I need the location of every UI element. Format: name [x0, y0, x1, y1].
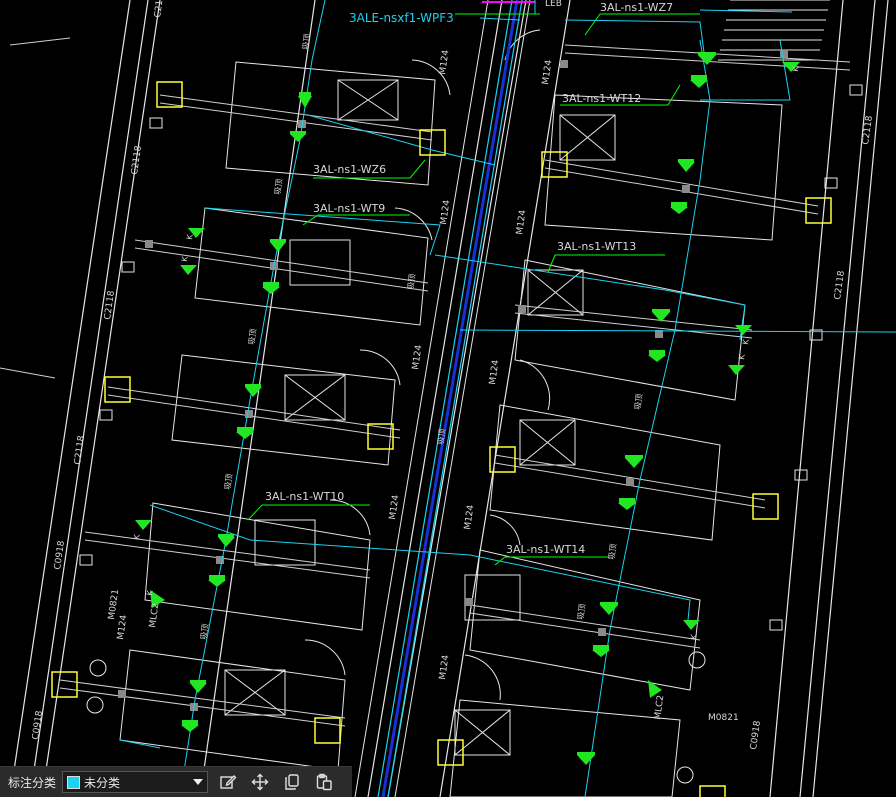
- circuit-label-wt10[interactable]: 3AL-ns1-WT10: [265, 490, 344, 503]
- partial-tag: LEB: [545, 0, 562, 9]
- move-button[interactable]: [248, 771, 272, 793]
- circuit-label-wz7[interactable]: 3AL-ns1-WZ7: [600, 1, 673, 14]
- move-icon: [251, 773, 269, 791]
- chevron-down-icon[interactable]: [193, 779, 204, 785]
- category-color-swatch: [67, 775, 81, 789]
- circuit-label-wz6[interactable]: 3AL-ns1-WZ6: [313, 163, 386, 176]
- copy-icon: [285, 774, 299, 790]
- circuit-label-wt12[interactable]: 3AL-ns1-WT12: [562, 92, 641, 105]
- edit-button[interactable]: [216, 771, 240, 793]
- circuit-label-wt9[interactable]: 3AL-ns1-WT9: [313, 202, 385, 215]
- paste-icon: [316, 773, 332, 791]
- annotation-toolbar: 标注分类 未分类: [0, 766, 352, 797]
- category-label: 标注分类: [8, 775, 57, 790]
- category-select-value: 未分类: [84, 775, 121, 790]
- copy-button[interactable]: [280, 771, 304, 793]
- circuit-label-wt14[interactable]: 3AL-ns1-WT14: [506, 543, 585, 556]
- circuit-label-wt13[interactable]: 3AL-ns1-WT13: [557, 240, 636, 253]
- edit-icon: [220, 775, 237, 789]
- paste-button[interactable]: [312, 771, 336, 793]
- category-select[interactable]: 未分类: [62, 771, 209, 793]
- cad-drawing-canvas[interactable]: 3ALE-nsxf1-WPF3 LEB 3AL-ns1-WZ7 3AL-ns1-…: [0, 0, 896, 797]
- top-wire-label[interactable]: 3ALE-nsxf1-WPF3: [349, 11, 454, 25]
- door-tag: M0821: [708, 713, 739, 723]
